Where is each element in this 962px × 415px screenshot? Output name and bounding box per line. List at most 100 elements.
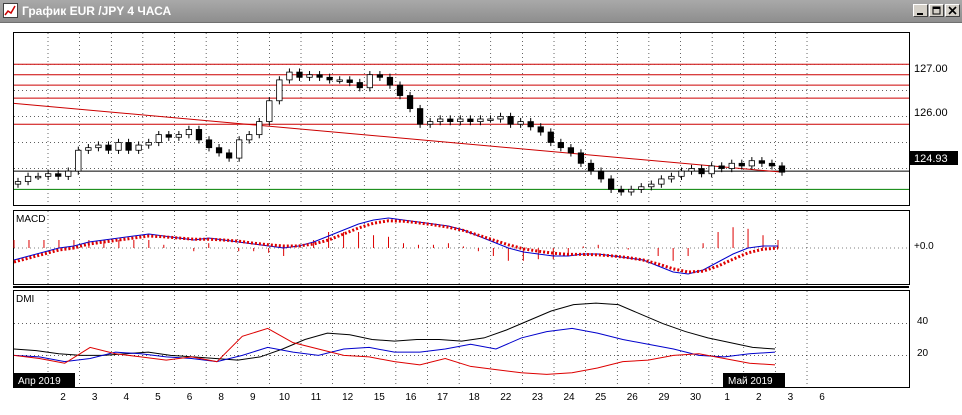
candle-body [648,183,655,188]
title-bar[interactable]: График EUR /JPY 4 ЧАСА [0,0,962,23]
day-tick-label: 1 [724,392,730,403]
candle-body [748,160,755,167]
candle-body [537,126,544,133]
minimize-icon [917,13,923,15]
price-tick-label: 127.00 [914,63,948,75]
current-price-label: 124.93 [914,153,948,165]
candle-body [708,165,715,175]
day-tick-label: 17 [437,392,449,403]
time-axis: 2 3 4 5 6 8 9 10 11 12 15 16 17 18 22 23 24 25 26 29 30 1 2 3 6 [60,392,825,403]
chart-app-icon[interactable] [3,3,18,18]
candle-body [45,173,52,177]
candle-body [306,74,313,78]
day-tick-label: 22 [500,392,512,403]
candle-body [185,129,193,136]
candle-body [497,115,504,120]
chart-canvas[interactable]: 127.00 126.00 124.93 MACD +0.0 DMI 40 20… [0,22,962,410]
candle-body [547,131,554,143]
month-label: Апр 2019 [18,376,61,387]
candle-body [467,118,474,123]
close-button[interactable] [945,4,960,17]
candle-body [698,168,705,175]
day-tick-label: 6 [819,392,825,403]
candle-body [85,147,92,151]
candle-body [406,95,414,109]
candle-body [215,147,223,154]
candle-body [527,121,534,128]
day-tick-label: 6 [187,392,193,403]
candle-body [256,121,263,136]
candle-body [115,142,122,151]
day-tick-label: 30 [690,392,702,403]
day-tick-label: 5 [155,392,161,403]
candle-body [427,121,434,125]
window-title: График EUR /JPY 4 ЧАСА [22,4,172,18]
candle-body [366,74,373,89]
candle-body [396,84,404,96]
day-tick-label: 2 [60,392,66,403]
minimize-button[interactable] [913,4,928,17]
candle-body [758,160,766,164]
day-tick-label: 25 [595,392,607,403]
day-tick-label: 2 [756,392,762,403]
day-tick-label: 26 [627,392,639,403]
candle-body [376,74,384,78]
candle-body [246,134,253,141]
candle-body [567,147,575,154]
candle-body [688,168,695,172]
candle-body [125,142,132,151]
candle-body [416,108,424,125]
candle-body [728,162,735,169]
candle-body [477,118,484,123]
candle-body [225,152,233,159]
candle-body [236,139,243,159]
candle-body [165,134,172,138]
candle-body [316,74,323,78]
candle-body [135,144,142,151]
candle-body [65,170,72,177]
restore-button[interactable] [929,4,944,17]
candle-body [55,173,62,177]
candle-body [145,142,152,146]
candle-body [266,100,273,123]
candle-body [34,175,42,179]
day-tick-label: 10 [279,392,291,403]
candle-body [195,129,203,141]
day-tick-label: 3 [92,392,98,403]
month-label: Май 2019 [728,376,773,387]
day-tick-label: 24 [563,392,575,403]
day-tick-label: 29 [658,392,670,403]
candle-body [326,76,333,81]
dmi-tick-label: 20 [917,348,929,359]
day-tick-label: 15 [374,392,386,403]
candle-body [557,142,564,149]
candle-body [778,165,786,173]
candle-body [205,139,213,149]
day-tick-label: 18 [469,392,481,403]
day-tick-label: 8 [218,392,224,403]
macd-tick-label: +0.0 [914,241,934,252]
macd-panel-label: MACD [16,214,45,225]
candle-body [658,178,665,185]
candle-body [24,175,32,182]
close-icon [948,6,957,15]
day-tick-label: 23 [532,392,544,403]
candle-body [638,186,645,190]
candle-body [336,79,343,82]
candle-body [587,162,595,172]
day-tick-label: 11 [311,392,322,403]
candle-body [678,170,685,177]
candle-body [296,71,303,78]
candle-body [437,118,444,123]
price-tick-label: 126.00 [914,107,948,119]
candle-body [95,144,102,149]
dmi-tick-label: 40 [917,316,929,327]
candle-body [597,170,605,180]
candle-body [487,118,494,121]
candle-body [668,175,675,180]
candle-body [628,188,635,193]
candle-body [105,144,112,151]
day-tick-label: 3 [788,392,794,403]
candle-body [738,162,745,167]
chart-area[interactable]: 127.00 126.00 124.93 MACD +0.0 DMI 40 20… [0,22,962,410]
